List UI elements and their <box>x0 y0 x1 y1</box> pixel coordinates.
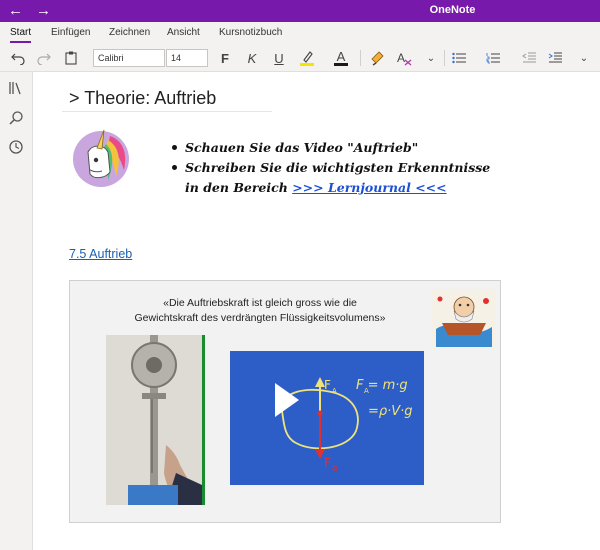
lernjournal-link[interactable]: >>> Lernjournal <<< <box>292 180 446 195</box>
gravity-force-label: F <box>324 456 331 470</box>
decrease-indent-icon[interactable] <box>520 48 538 68</box>
increase-indent-icon[interactable] <box>546 48 564 68</box>
tab-zeichnen[interactable]: Zeichnen <box>109 27 150 38</box>
app-title: OneNote <box>429 4 476 16</box>
video-quote: «Die Auftriebskraft ist gleich gross wie… <box>110 296 410 326</box>
highlight-button[interactable] <box>297 48 317 68</box>
undo-icon[interactable] <box>8 48 28 68</box>
left-nav-rail <box>0 72 33 550</box>
video-quote-line: Gewichtskraft des verdrängten Flüssigkei… <box>134 312 386 324</box>
video-player[interactable]: «Die Auftriebskraft ist gleich gross wie… <box>69 280 501 523</box>
bold-button[interactable]: F <box>216 48 234 68</box>
bullet-dot-icon <box>172 145 177 150</box>
bullet-text: Schreiben Sie die wichtigsten Erkenntnis… <box>185 160 491 175</box>
tab-kursnotizbuch[interactable]: Kursnotizbuch <box>219 27 282 38</box>
blackboard-drawing: F A F G F = m·g A =ρ·V·g <box>230 351 424 485</box>
font-size-field[interactable]: 14 <box>166 49 208 67</box>
numbered-list-icon[interactable] <box>484 48 502 68</box>
buoyancy-force-label: F <box>324 378 331 392</box>
font-name-field[interactable]: Calibri <box>93 49 165 67</box>
archimedes-cartoon <box>432 289 496 347</box>
photo-edge <box>202 335 205 505</box>
clipboard-icon[interactable] <box>61 48 81 68</box>
search-icon[interactable] <box>8 110 24 126</box>
bullet-text: Schauen Sie das Video "Auftrieb" <box>185 140 419 155</box>
tab-einfuegen[interactable]: Einfügen <box>51 27 90 38</box>
gravity-force-sub: G <box>332 465 337 473</box>
underline-button[interactable]: U <box>270 48 288 68</box>
italic-button[interactable]: K <box>243 48 261 68</box>
font-color-swatch <box>334 62 348 66</box>
tab-start[interactable]: Start <box>10 27 32 43</box>
bullet-text: in den Bereich <box>185 180 293 195</box>
auftrieb-section-link[interactable]: 7.5 Auftrieb <box>69 247 132 261</box>
unicorn-image <box>73 129 129 187</box>
formula-line: =ρ·V·g <box>368 404 413 419</box>
tab-ansicht[interactable]: Ansicht <box>167 27 200 38</box>
experiment-photo <box>106 335 205 505</box>
recent-clock-icon[interactable] <box>8 139 24 155</box>
page-title[interactable]: > Theorie: Auftrieb <box>69 88 216 109</box>
play-icon[interactable] <box>273 381 301 419</box>
ribbon-divider <box>444 50 445 66</box>
ribbon-toolbar: Calibri 14 F K U A A ⌄ ⌄ <box>0 44 600 72</box>
bullet-dot-icon <box>172 165 177 170</box>
more-chevron-icon[interactable]: ⌄ <box>422 48 440 68</box>
format-painter-icon[interactable] <box>367 48 387 68</box>
bullet-list-icon[interactable] <box>450 48 468 68</box>
more-chevron-icon[interactable]: ⌄ <box>575 48 593 68</box>
notebooks-icon[interactable] <box>8 80 24 96</box>
ribbon-tabs: Start Einfügen Zeichnen Ansicht Kursnoti… <box>0 22 600 44</box>
buoyancy-force-sub: A <box>332 387 337 395</box>
bullet-item: Schauen Sie das Video "Auftrieb" <box>172 138 490 158</box>
clear-format-icon[interactable]: A <box>394 48 414 68</box>
ribbon-divider <box>360 50 361 66</box>
bullet-continuation: in den Bereich >>> Lernjournal <<< <box>172 178 490 198</box>
title-bar: ← → OneNote <box>0 0 600 22</box>
font-color-button[interactable]: A <box>331 48 351 68</box>
font-color-label: A <box>336 48 346 64</box>
bullet-item: Schreiben Sie die wichtigsten Erkenntnis… <box>172 158 490 178</box>
highlighter-icon <box>300 51 314 66</box>
video-quote-line: «Die Auftriebskraft ist gleich gross wie… <box>163 297 357 309</box>
redo-icon[interactable] <box>34 48 54 68</box>
instruction-bullets: Schauen Sie das Video "Auftrieb" Schreib… <box>172 138 490 198</box>
svg-text:A: A <box>397 51 405 65</box>
formula-sub: A <box>364 387 369 395</box>
title-underline <box>62 111 272 112</box>
